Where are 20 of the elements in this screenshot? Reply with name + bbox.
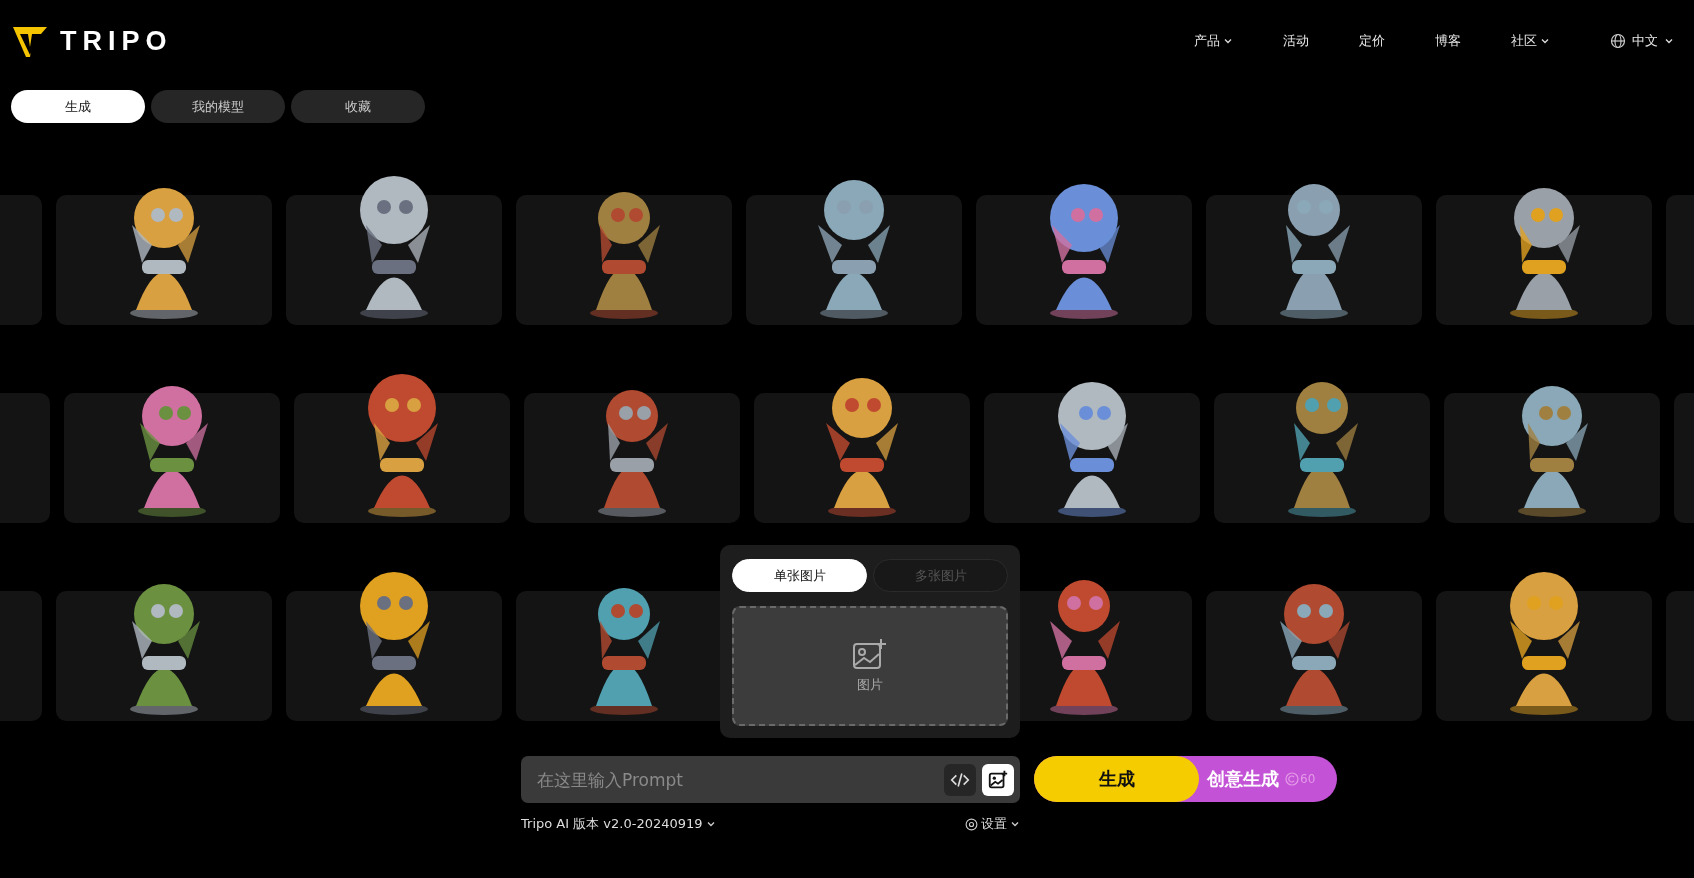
nav-link[interactable]: 博客: [1435, 32, 1461, 50]
nav-link[interactable]: 社区: [1511, 32, 1550, 50]
version-selector[interactable]: Tripo AI 版本 v2.0-20240919: [521, 815, 716, 833]
credit-cost: 60: [1285, 772, 1316, 786]
language-selector[interactable]: 中文: [1610, 32, 1674, 50]
mode-tab[interactable]: 单张图片: [732, 559, 867, 592]
settings-link[interactable]: 设置: [965, 815, 1020, 833]
nav-link[interactable]: 活动: [1283, 32, 1309, 50]
image-dropzone[interactable]: 图片: [732, 606, 1008, 726]
prompt-input[interactable]: 在这里输入Prompt: [535, 768, 938, 791]
nav-link[interactable]: 定价: [1359, 32, 1385, 50]
tab[interactable]: 收藏: [291, 90, 425, 123]
creative-generate-button[interactable]: 创意生成 60: [1199, 756, 1337, 802]
prompt-field[interactable]: 在这里输入Prompt: [521, 756, 1020, 803]
logo-text: TRIPO: [60, 25, 173, 57]
tab[interactable]: 我的模型: [151, 90, 285, 123]
dropzone-label: 图片: [857, 676, 883, 694]
nav-link[interactable]: 产品: [1194, 32, 1233, 50]
tab[interactable]: 生成: [11, 90, 145, 123]
generate-button[interactable]: 生成: [1034, 756, 1199, 802]
